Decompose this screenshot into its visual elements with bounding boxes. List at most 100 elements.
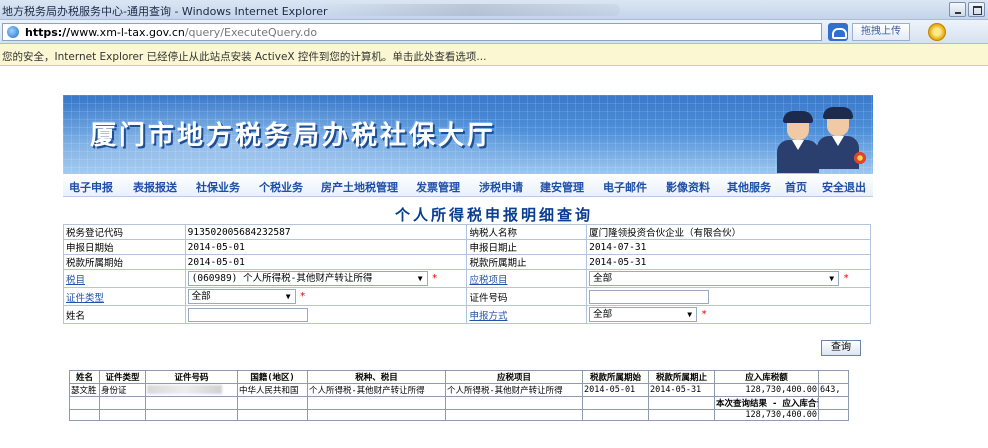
nav-item-construction[interactable]: 建安管理: [540, 179, 584, 195]
nav-item-report-submit[interactable]: 表报报送: [133, 179, 177, 195]
redacted-id: [147, 385, 222, 394]
id-type-label[interactable]: 证件类型: [63, 287, 186, 306]
minimize-icon[interactable]: [949, 2, 966, 17]
form-row: 证件类型 全部 ▼ * 证件号码: [63, 287, 871, 306]
maximize-icon[interactable]: [968, 2, 985, 17]
query-form: 税务登记代码 913502005684232587 纳税人名称 厦门隆领投资合伙…: [63, 224, 871, 324]
nav-item-email[interactable]: 电子邮件: [603, 179, 647, 195]
dropdown-arrow-icon: ▼: [285, 292, 291, 301]
form-row: 申报日期始 2014-05-01 申报日期止 2014-07-31: [63, 239, 871, 255]
id-number-cell: [586, 287, 871, 306]
declare-date-end-field[interactable]: 2014-07-31: [586, 239, 871, 255]
period-end-field[interactable]: 2014-05-31: [586, 254, 871, 270]
id-number-label: 证件号码: [466, 287, 588, 306]
result-header-row: 姓名 证件类型 证件号码 国籍(地区) 税种、税目 应税项目 税款所属期始 税款…: [69, 370, 849, 384]
declare-method-label[interactable]: 申报方式: [466, 305, 588, 324]
cell-period-end: 2014-05-31: [648, 383, 715, 397]
window-title: 地方税务局办税服务中心-通用查询 - Windows Internet Expl…: [2, 5, 328, 18]
id-type-select[interactable]: 全部 ▼: [187, 289, 296, 304]
table-row: 瑟文胜 身份证 中华人民共和国 个人所得税-其他财产转让所得 个人所得税-其他财…: [69, 383, 849, 397]
flower-icon: [853, 151, 867, 165]
taxable-item-label[interactable]: 应税项目: [466, 269, 588, 288]
col-header-taxable-item: 应税项目: [445, 370, 583, 384]
cell-tax-amount: 128,730,400.00: [714, 383, 819, 397]
col-header-id-type: 证件类型: [99, 370, 146, 384]
cell-id-number: [145, 383, 238, 397]
id-number-input[interactable]: [589, 289, 710, 304]
taxable-item-cell: 全部 ▼ *: [586, 269, 871, 288]
address-bar: https://www.xm-l-tax.gov.cn/query/Execut…: [0, 20, 988, 44]
security-infobar[interactable]: 您的安全，Internet Explorer 已经停止从此站点安装 Active…: [0, 44, 988, 66]
cell-period-start: 2014-05-01: [582, 383, 649, 397]
col-header-period-end: 税款所属期止: [648, 370, 715, 384]
required-mark: *: [701, 309, 708, 320]
nav-item-logout[interactable]: 安全退出: [822, 179, 866, 195]
window-titlebar: 地方税务局办税服务中心-通用查询 - Windows Internet Expl…: [0, 0, 988, 20]
tax-reg-code-value: 913502005684232587: [184, 224, 468, 240]
tax-reg-code-label: 税务登记代码: [63, 224, 186, 240]
summary-value: 128,730,400.00: [714, 409, 819, 421]
nav-item-tax-application[interactable]: 涉税申请: [479, 179, 523, 195]
required-mark: *: [431, 273, 438, 284]
col-header-name: 姓名: [69, 370, 100, 384]
tax-item-cell: (060989) 个人所得税-其他财产转让所得 ▼ *: [184, 269, 468, 288]
cell-id-type: 身份证: [99, 383, 146, 397]
id-type-cell: 全部 ▼ *: [184, 287, 468, 306]
nav-item-property-land-tax[interactable]: 房产土地税管理: [321, 179, 398, 195]
cell-overflow: 643,: [818, 383, 849, 397]
period-start-label: 税款所属期始: [63, 254, 186, 270]
name-label: 姓名: [63, 305, 186, 324]
required-mark: *: [299, 291, 306, 302]
cell-taxable-item: 个人所得税-其他财产转让所得: [445, 383, 583, 397]
summary-label-row: 本次查询结果 - 应入库合计: [69, 396, 849, 410]
declare-date-end-label: 申报日期止: [466, 239, 588, 255]
declare-method-select[interactable]: 全部 ▼: [589, 307, 698, 322]
nav-item-personal-tax[interactable]: 个税业务: [259, 179, 303, 195]
query-button[interactable]: 查询: [821, 340, 861, 356]
taxable-item-select[interactable]: 全部 ▼: [589, 271, 840, 286]
declare-date-start-label: 申报日期始: [63, 239, 186, 255]
declare-method-cell: 全部 ▼ *: [586, 305, 871, 324]
site-title: 厦门市地方税务局办税社保大厅: [90, 121, 497, 151]
col-header-nationality: 国籍(地区): [237, 370, 308, 384]
col-header-tax-amount: 应入库税额: [714, 370, 819, 384]
declare-date-start-field[interactable]: 2014-05-01: [184, 239, 468, 255]
infobar-text: 您的安全，Internet Explorer 已经停止从此站点安装 Active…: [2, 51, 487, 63]
cloud-upload-icon[interactable]: [828, 23, 848, 41]
url-text: https://www.xm-l-tax.gov.cn/query/Execut…: [25, 26, 318, 39]
page-title: 个人所得税申报明细查询: [394, 206, 593, 224]
url-input[interactable]: https://www.xm-l-tax.gov.cn/query/Execut…: [2, 23, 822, 41]
form-row: 税务登记代码 913502005684232587 纳税人名称 厦门隆领投资合伙…: [63, 224, 871, 240]
dropdown-arrow-icon: ▼: [829, 274, 835, 283]
main-nav: 电子申报 表报报送 社保业务 个税业务 房产土地税管理 发票管理 涉税申请 建安…: [63, 174, 873, 197]
cell-nationality: 中华人民共和国: [237, 383, 308, 397]
ie-page-icon: [7, 26, 19, 38]
site-banner: 厦门市地方税务局办税社保大厅: [63, 95, 873, 174]
blurred-region: [320, 4, 620, 16]
nav-item-invoice[interactable]: 发票管理: [416, 179, 460, 195]
col-header-tax-item: 税种、税目: [307, 370, 446, 384]
drag-upload-button[interactable]: 拖拽上传: [852, 23, 910, 41]
required-mark: *: [843, 273, 850, 284]
period-end-label: 税款所属期止: [466, 254, 588, 270]
nav-item-social-security[interactable]: 社保业务: [196, 179, 240, 195]
dropdown-arrow-icon: ▼: [687, 310, 693, 319]
nav-item-image-data[interactable]: 影像资料: [666, 179, 710, 195]
dropdown-arrow-icon: ▼: [417, 274, 423, 283]
refresh-icon[interactable]: [928, 23, 946, 41]
tax-item-label[interactable]: 税目: [63, 269, 186, 288]
tax-item-select[interactable]: (060989) 个人所得税-其他财产转让所得 ▼: [187, 271, 428, 286]
summary-value-row: 128,730,400.00: [69, 409, 849, 421]
nav-item-e-declare[interactable]: 电子申报: [69, 179, 113, 195]
col-header-overflow: [818, 370, 849, 384]
nav-item-other-services[interactable]: 其他服务: [727, 179, 771, 195]
taxpayer-name-label: 纳税人名称: [466, 224, 588, 240]
name-input[interactable]: [187, 307, 308, 322]
nav-item-home[interactable]: 首页: [785, 179, 807, 195]
form-row: 税目 (060989) 个人所得税-其他财产转让所得 ▼ * 应税项目 全部 ▼ *: [63, 269, 871, 288]
taxpayer-name-value: 厦门隆领投资合伙企业（有限合伙）: [586, 224, 871, 240]
col-header-period-start: 税款所属期始: [582, 370, 649, 384]
summary-label: 本次查询结果 - 应入库合计: [714, 396, 819, 410]
period-start-field[interactable]: 2014-05-01: [184, 254, 468, 270]
result-table: 姓名 证件类型 证件号码 国籍(地区) 税种、税目 应税项目 税款所属期始 税款…: [69, 370, 849, 421]
